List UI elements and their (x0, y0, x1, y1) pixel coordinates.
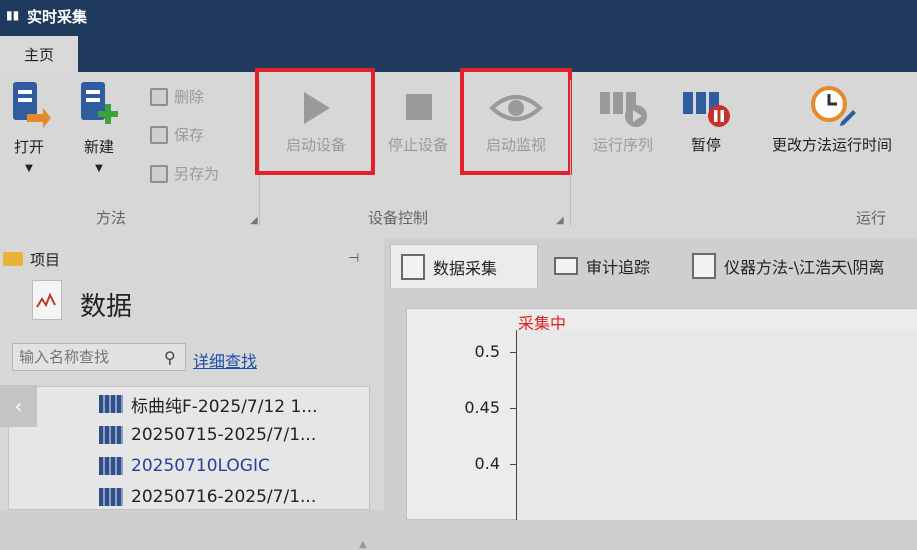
project-pane-title: 项目 (30, 251, 61, 269)
data-chart-icon (32, 280, 62, 320)
stop-icon (406, 94, 432, 120)
plot-area[interactable] (516, 330, 917, 520)
search-input[interactable] (12, 343, 186, 371)
group-separator (570, 80, 571, 226)
chevron-left-icon: ‹ (14, 394, 23, 418)
delete-label: 删除 (174, 88, 205, 106)
new-file-icon (81, 82, 118, 124)
tab-label: 审计追踪 (586, 258, 651, 277)
list-item-label: 20250710LOGIC (131, 456, 270, 476)
highlight-box-start-device (255, 68, 375, 175)
data-section-title: 数据 (80, 292, 133, 322)
message-icon (554, 257, 578, 275)
gear-document-icon (692, 253, 716, 279)
save-as-icon (150, 164, 168, 183)
title-bar: ▮▮ 实时采集 (0, 0, 917, 32)
scroll-up-icon[interactable]: ▲ (359, 539, 367, 550)
list-item-label: 20250716-2025/7/1... (131, 487, 317, 507)
pause-label: 暂停 (690, 136, 721, 154)
save-as-label: 另存为 (174, 165, 220, 183)
new-label: 新建 (83, 138, 114, 156)
chart-document-icon (401, 253, 425, 280)
list-item[interactable]: 20250716-2025/7/1... (99, 482, 349, 512)
change-method-run-time-button[interactable]: 更改方法运行时间 (752, 82, 912, 155)
highlight-box-start-monitor (460, 68, 572, 175)
list-item[interactable]: 标曲纯F-2025/7/12 1... (99, 389, 349, 419)
run-sequence-icon (600, 92, 647, 127)
search-icon[interactable]: ⚲ (164, 348, 176, 367)
data-file-icon (99, 457, 123, 475)
save-icon (150, 125, 168, 144)
open-label: 打开 (13, 138, 44, 156)
y-tick-label: 0.4 (474, 454, 500, 473)
save-label: 保存 (174, 126, 205, 144)
data-file-icon (99, 395, 123, 413)
data-file-icon (99, 426, 123, 444)
stop-device-label: 停止设备 (387, 136, 448, 154)
run-sequence-label: 运行序列 (592, 136, 653, 154)
list-item[interactable]: 20250715-2025/7/1... (99, 420, 349, 450)
ribbon: 打开 ▼ 新建 ▼ 删除 保存 另存为 方法 ◢ 启动设备 停止设备 启动监视 … (0, 68, 917, 238)
chevron-down-icon: ▼ (25, 163, 33, 174)
y-tick-mark (510, 464, 516, 465)
list-item[interactable]: 20250710LOGIC (99, 451, 349, 481)
data-file-icon (99, 488, 123, 506)
project-list: ▲ 标曲纯F-2025/7/12 1... 20250715-2025/7/1.… (8, 386, 370, 550)
list-item-label: 标曲纯F-2025/7/12 1... (131, 396, 318, 417)
app-icon: ▮▮ (6, 8, 20, 22)
open-button[interactable]: 打开 ▼ (4, 80, 54, 175)
tab-label: 仪器方法-\江浩天\阴离 (724, 258, 885, 277)
clock-edit-icon (811, 86, 856, 126)
tab-home[interactable]: 主页 (0, 36, 78, 72)
pause-button[interactable]: 暂停 (676, 82, 736, 155)
pause-icon (683, 92, 730, 127)
collapse-pane-button[interactable]: ‹ (0, 385, 37, 427)
open-file-icon (13, 82, 51, 128)
folder-icon (3, 252, 23, 266)
y-tick-label: 0.5 (474, 342, 500, 361)
y-tick-mark (510, 408, 516, 409)
save-button[interactable]: 保存 (150, 124, 204, 145)
tab-audit-trail[interactable]: 审计追踪 (544, 244, 676, 288)
document-area: 数据采集 审计追踪 仪器方法-\江浩天\阴离 采集中 0.5 0.45 0.4 (386, 238, 917, 520)
run-sequence-button[interactable]: 运行序列 (580, 82, 666, 155)
delete-button[interactable]: 删除 (150, 86, 204, 107)
tab-data-acquisition[interactable]: 数据采集 (390, 244, 538, 288)
group-label-device-control: 设备控制 (368, 209, 429, 227)
save-as-button[interactable]: 另存为 (150, 163, 219, 184)
y-tick-mark (510, 352, 516, 353)
list-item-label: 20250715-2025/7/1... (131, 425, 317, 445)
pin-icon[interactable]: ⊣ (348, 251, 359, 266)
dialog-launcher-icon[interactable]: ◢ (250, 215, 258, 226)
group-label-run: 运行 (856, 209, 887, 227)
group-label-method: 方法 (96, 209, 127, 227)
y-tick-label: 0.45 (464, 398, 500, 417)
window-title: 实时采集 (27, 8, 88, 26)
project-pane: 项目 ⊣ 数据 ⚲ 详细查找 ▲ 标曲纯F-2025/7/12 1... 202… (0, 238, 384, 550)
change-method-run-time-label: 更改方法运行时间 (771, 136, 892, 154)
chevron-down-icon: ▼ (95, 163, 103, 174)
stop-device-button[interactable]: 停止设备 (376, 86, 460, 155)
dialog-launcher-icon[interactable]: ◢ (556, 215, 564, 226)
advanced-search-link[interactable]: 详细查找 (193, 348, 257, 372)
ribbon-tab-strip: 主页 (0, 32, 917, 72)
new-button[interactable]: 新建 ▼ (74, 80, 124, 175)
tab-instrument-method[interactable]: 仪器方法-\江浩天\阴离 (682, 244, 917, 288)
delete-icon (150, 87, 168, 106)
tab-label: 数据采集 (433, 258, 498, 278)
